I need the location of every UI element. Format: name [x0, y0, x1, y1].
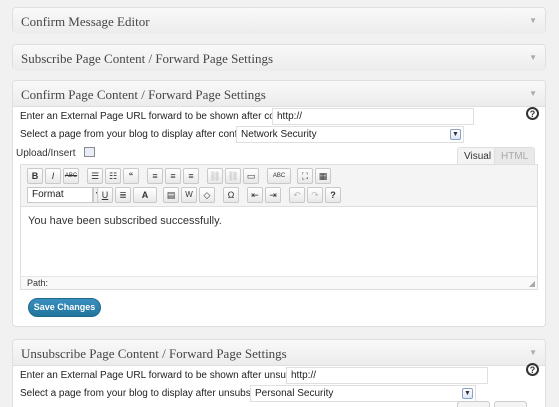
unsubscribe-page-select[interactable]: Personal Security ▼: [250, 385, 476, 402]
toggle-arrow-icon[interactable]: ▼: [529, 53, 537, 62]
unsubscribe-page-header[interactable]: Unsubscribe Page Content / Forward Page …: [13, 340, 545, 366]
confirm-page-header[interactable]: Confirm Page Content / Forward Page Sett…: [13, 81, 545, 107]
rich-text-editor: B I ABC ☰ ☷ “ ≡ ≡ ≡ ⛓ ⛓ ▭ ABC ⛶ ▦ Format…: [20, 164, 538, 290]
strikethrough-icon[interactable]: ABC: [63, 168, 79, 184]
confirm-message-editor-panel: Confirm Message Editor ▼: [12, 7, 546, 34]
link-icon[interactable]: ⛓: [207, 168, 223, 184]
bold-icon[interactable]: B: [27, 168, 43, 184]
resize-handle-icon[interactable]: ◢: [529, 279, 535, 288]
panel-title: Unsubscribe Page Content / Forward Page …: [21, 346, 287, 361]
bullet-list-icon[interactable]: ☰: [87, 168, 103, 184]
confirm-message-editor-header[interactable]: Confirm Message Editor ▼: [13, 8, 545, 34]
justify-icon[interactable]: ≣: [115, 187, 131, 203]
help-icon[interactable]: ?: [526, 107, 539, 120]
upload-insert-label: Upload/Insert: [16, 148, 76, 159]
align-right-icon[interactable]: ≡: [183, 168, 199, 184]
clear-formatting-icon[interactable]: ◇: [199, 187, 215, 203]
kitchen-sink-icon[interactable]: ▦: [315, 168, 331, 184]
fullscreen-icon[interactable]: ⛶: [297, 168, 313, 184]
align-center-icon[interactable]: ≡: [165, 168, 181, 184]
tab-html[interactable]: HTML: [494, 147, 536, 164]
subscribe-page-panel: Subscribe Page Content / Forward Page Se…: [12, 44, 546, 71]
toggle-arrow-icon[interactable]: ▼: [529, 348, 537, 357]
outdent-icon[interactable]: ⇤: [247, 187, 263, 203]
tab-html-partial[interactable]: [494, 401, 527, 407]
editor-toolbar: B I ABC ☰ ☷ “ ≡ ≡ ≡ ⛓ ⛓ ▭ ABC ⛶ ▦ Format…: [21, 165, 537, 207]
unsubscribe-select-label: Select a page from your blog to display …: [20, 388, 283, 399]
panel-title: Confirm Message Editor: [21, 14, 150, 29]
toggle-arrow-icon[interactable]: ▼: [529, 89, 537, 98]
select-value: Personal Security: [255, 388, 334, 399]
format-select[interactable]: Format: [27, 187, 93, 203]
path-label: Path:: [27, 278, 49, 288]
panel-title: Subscribe Page Content / Forward Page Se…: [21, 51, 274, 66]
chevron-down-icon: ▼: [462, 388, 473, 399]
confirm-url-input[interactable]: http://: [272, 108, 474, 125]
panel-title: Confirm Page Content / Forward Page Sett…: [21, 87, 266, 102]
help-icon[interactable]: ?: [325, 187, 341, 203]
save-changes-button[interactable]: Save Changes: [28, 298, 101, 317]
unsubscribe-url-input[interactable]: http://: [286, 367, 488, 384]
paste-text-icon[interactable]: ▤: [163, 187, 179, 203]
undo-icon[interactable]: ↶: [289, 187, 305, 203]
underline-icon[interactable]: U: [97, 187, 113, 203]
editor-path-bar: Path: ◢: [21, 276, 537, 289]
chevron-down-icon: ▼: [450, 129, 461, 140]
more-tag-icon[interactable]: ▭: [243, 168, 259, 184]
toggle-arrow-icon[interactable]: ▼: [529, 16, 537, 25]
confirm-select-label: Select a page from your blog to display …: [20, 129, 268, 140]
editor-content[interactable]: You have been subscribed successfully.: [21, 207, 537, 277]
align-left-icon[interactable]: ≡: [147, 168, 163, 184]
numbered-list-icon[interactable]: ☷: [105, 168, 121, 184]
unsubscribe-url-label: Enter an External Page URL forward to be…: [20, 370, 329, 381]
paste-word-icon[interactable]: W: [181, 187, 197, 203]
unlink-icon[interactable]: ⛓: [225, 168, 241, 184]
italic-icon[interactable]: I: [45, 168, 61, 184]
text-color-icon[interactable]: A: [133, 187, 157, 203]
tab-visual[interactable]: Visual: [457, 147, 499, 164]
confirm-url-label: Enter an External Page URL forward to be…: [20, 111, 314, 122]
blockquote-icon[interactable]: “: [123, 168, 139, 184]
subscribe-page-header[interactable]: Subscribe Page Content / Forward Page Se…: [13, 45, 545, 71]
special-char-icon[interactable]: Ω: [223, 187, 239, 203]
confirm-page-select[interactable]: Network Security ▼: [236, 126, 464, 143]
add-media-icon[interactable]: [84, 147, 95, 157]
spellcheck-icon[interactable]: ABC: [267, 168, 291, 184]
tab-visual-partial[interactable]: [457, 401, 490, 407]
help-icon[interactable]: ?: [526, 363, 539, 376]
select-value: Network Security: [241, 129, 317, 140]
indent-icon[interactable]: ⇥: [265, 187, 281, 203]
redo-icon[interactable]: ↷: [307, 187, 323, 203]
